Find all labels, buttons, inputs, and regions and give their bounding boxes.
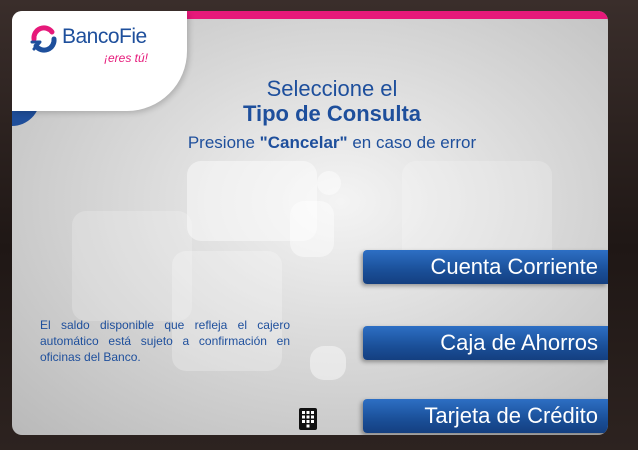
- instruction-suffix: en caso de error: [347, 133, 477, 152]
- decorative-square: [317, 171, 341, 195]
- heading-title: Tipo de Consulta: [242, 101, 422, 126]
- atm-screen: BancoFie ¡eres tú! Seleccione el Tipo de…: [12, 11, 608, 435]
- decorative-square: [72, 211, 192, 321]
- brand-name: BancoFie: [62, 25, 147, 49]
- top-accent-bar: [172, 11, 608, 19]
- instruction-cancel-keyword: "Cancelar": [259, 133, 348, 152]
- decorative-square: [290, 201, 334, 257]
- keypad-icon: [299, 408, 317, 430]
- option-tarjeta-de-credito-button[interactable]: Tarjeta de Crédito: [363, 399, 608, 433]
- option-caja-de-ahorros-button[interactable]: Caja de Ahorros: [363, 326, 608, 360]
- option-cuenta-corriente-button[interactable]: Cuenta Corriente: [363, 250, 608, 284]
- balance-disclaimer: El saldo disponible que refleja el cajer…: [40, 318, 290, 364]
- brand-name-part2: Fie: [119, 25, 147, 48]
- decorative-square: [310, 346, 346, 380]
- heading-line-1: Seleccione el: [266, 76, 398, 101]
- instruction-prefix: Presione: [187, 133, 260, 152]
- bancofie-logo-icon: [30, 25, 57, 53]
- brand-tagline: ¡eres tú!: [104, 51, 149, 65]
- brand-name-part1: Banco: [62, 25, 120, 48]
- heading-instruction: Presione "Cancelar" en caso de error: [72, 133, 592, 153]
